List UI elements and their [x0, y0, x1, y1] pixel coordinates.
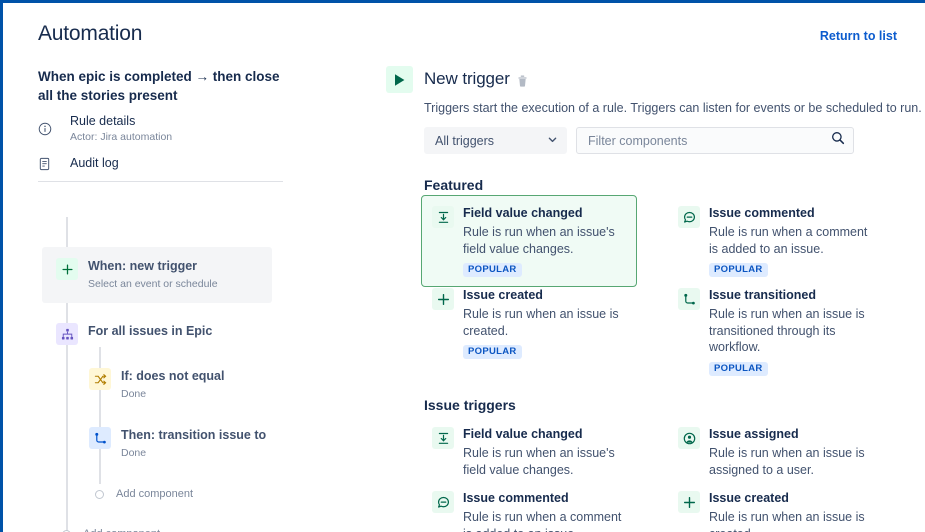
sidebar-item-rule-details[interactable]: Rule details Actor: Jira automation: [38, 113, 172, 144]
select-value: All triggers: [435, 134, 547, 148]
return-to-list-link[interactable]: Return to list: [820, 29, 897, 43]
panel-title: New trigger: [424, 69, 510, 89]
comment-icon: [678, 206, 700, 228]
status-badge: POPULAR: [463, 263, 522, 277]
card-title: Field value changed: [463, 426, 626, 442]
page-title: Automation: [38, 22, 142, 46]
section-heading-featured: Featured: [424, 177, 483, 193]
trigger-card-field-value-changed[interactable]: Field value changed Rule is run when an …: [421, 195, 637, 287]
trigger-card-issue-transitioned[interactable]: Issue transitioned Rule is run when an i…: [667, 277, 883, 386]
trigger-card-issue-commented[interactable]: Issue commented Rule is run when a comme…: [667, 195, 883, 287]
page-header: Automation Return to list: [3, 3, 925, 61]
trigger-card-issue-created[interactable]: Issue created Rule is run when an issue …: [421, 277, 637, 369]
tree-node-when-new-trigger[interactable]: When: new trigger Select an event or sch…: [42, 247, 272, 303]
card-title: Issue created: [463, 287, 626, 303]
card-title: Issue commented: [463, 490, 626, 506]
trigger-card-issue-assigned[interactable]: Issue assigned Rule is run when an issue…: [667, 416, 883, 488]
filter-components-search[interactable]: [576, 127, 854, 154]
tree-node-sublabel: Done: [121, 446, 266, 461]
tree-node-sublabel: Select an event or schedule: [88, 277, 218, 292]
sidebar-item-label: Rule details: [70, 113, 172, 129]
document-icon: [38, 155, 62, 171]
tree-node-for-all-issues-in-epic[interactable]: For all issues in Epic: [56, 323, 212, 345]
add-component-outer-button[interactable]: Add component: [62, 528, 160, 532]
card-title: Issue assigned: [709, 426, 872, 442]
comment-icon: [432, 491, 454, 513]
card-description: Rule is run when an issue is created.: [463, 306, 626, 339]
automation-page: Automation Return to list When epic is c…: [3, 3, 925, 532]
status-badge: POPULAR: [709, 362, 768, 376]
tree-node-title: If: does not equal: [121, 368, 224, 384]
card-title: Field value changed: [463, 205, 626, 221]
branch-hierarchy-icon: [56, 323, 78, 345]
tree-node-if-does-not-equal[interactable]: If: does not equal Done: [89, 368, 224, 402]
add-component-label: Add component: [116, 488, 193, 500]
card-description: Rule is run when an issue is assigned to…: [709, 445, 872, 478]
sidebar-item-audit-log[interactable]: Audit log: [38, 155, 119, 171]
plus-icon: [56, 258, 78, 280]
card-description: Rule is run when a comment is added to a…: [709, 224, 872, 257]
person-assigned-icon: [678, 427, 700, 449]
trash-icon[interactable]: [516, 74, 529, 93]
tree-node-sublabel: Done: [121, 387, 224, 402]
plus-icon: [678, 491, 700, 513]
chevron-down-icon: [547, 132, 558, 150]
card-title: Issue commented: [709, 205, 872, 221]
plus-icon: [432, 288, 454, 310]
card-description: Rule is run when an issue is created.: [709, 509, 872, 532]
card-description: Rule is run when a comment is added to a…: [463, 509, 626, 532]
status-badge: POPULAR: [709, 263, 768, 277]
rule-detail-sidebar: When epic is completed → then close all …: [3, 61, 358, 532]
circle-node-icon: [95, 490, 104, 499]
search-input[interactable]: [588, 134, 831, 148]
tree-node-title: For all issues in Epic: [88, 323, 212, 339]
play-triangle-icon: [386, 66, 413, 93]
search-icon[interactable]: [831, 131, 845, 150]
rule-name-heading: When epic is completed → then close all …: [38, 67, 288, 105]
card-description: Rule is run when an issue is transitione…: [709, 306, 872, 356]
trigger-card-issue-created[interactable]: Issue created Rule is run when an issue …: [667, 480, 883, 532]
info-circle-icon: [38, 113, 62, 136]
card-description: Rule is run when an issue's field value …: [463, 224, 626, 257]
transition-arrow-icon: [678, 288, 700, 310]
field-value-changed-icon: [432, 427, 454, 449]
sidebar-item-label: Audit log: [70, 155, 119, 171]
transition-arrow-icon: [89, 427, 111, 449]
shuffle-compare-icon: [89, 368, 111, 390]
tree-node-then-transition-issue-to[interactable]: Then: transition issue to Done: [89, 427, 266, 461]
panel-description: Triggers start the execution of a rule. …: [424, 100, 922, 117]
trigger-card-issue-commented[interactable]: Issue commented Rule is run when a comme…: [421, 480, 637, 532]
tree-node-title: Then: transition issue to: [121, 427, 266, 443]
add-component-inner-button[interactable]: Add component: [95, 488, 193, 500]
trigger-picker-panel: New trigger Triggers start the execution…: [358, 61, 925, 532]
card-title: Issue created: [709, 490, 872, 506]
add-component-label: Add component: [83, 528, 160, 532]
trigger-card-field-value-changed[interactable]: Field value changed Rule is run when an …: [421, 416, 637, 488]
trigger-type-select[interactable]: All triggers: [424, 127, 567, 154]
tree-node-title: When: new trigger: [88, 258, 218, 274]
field-value-changed-icon: [432, 206, 454, 228]
section-heading-issue-triggers: Issue triggers: [424, 397, 516, 413]
sidebar-divider: [38, 181, 283, 182]
card-description: Rule is run when an issue's field value …: [463, 445, 626, 478]
sidebar-item-sublabel: Actor: Jira automation: [70, 130, 172, 144]
status-badge: POPULAR: [463, 345, 522, 359]
card-title: Issue transitioned: [709, 287, 872, 303]
